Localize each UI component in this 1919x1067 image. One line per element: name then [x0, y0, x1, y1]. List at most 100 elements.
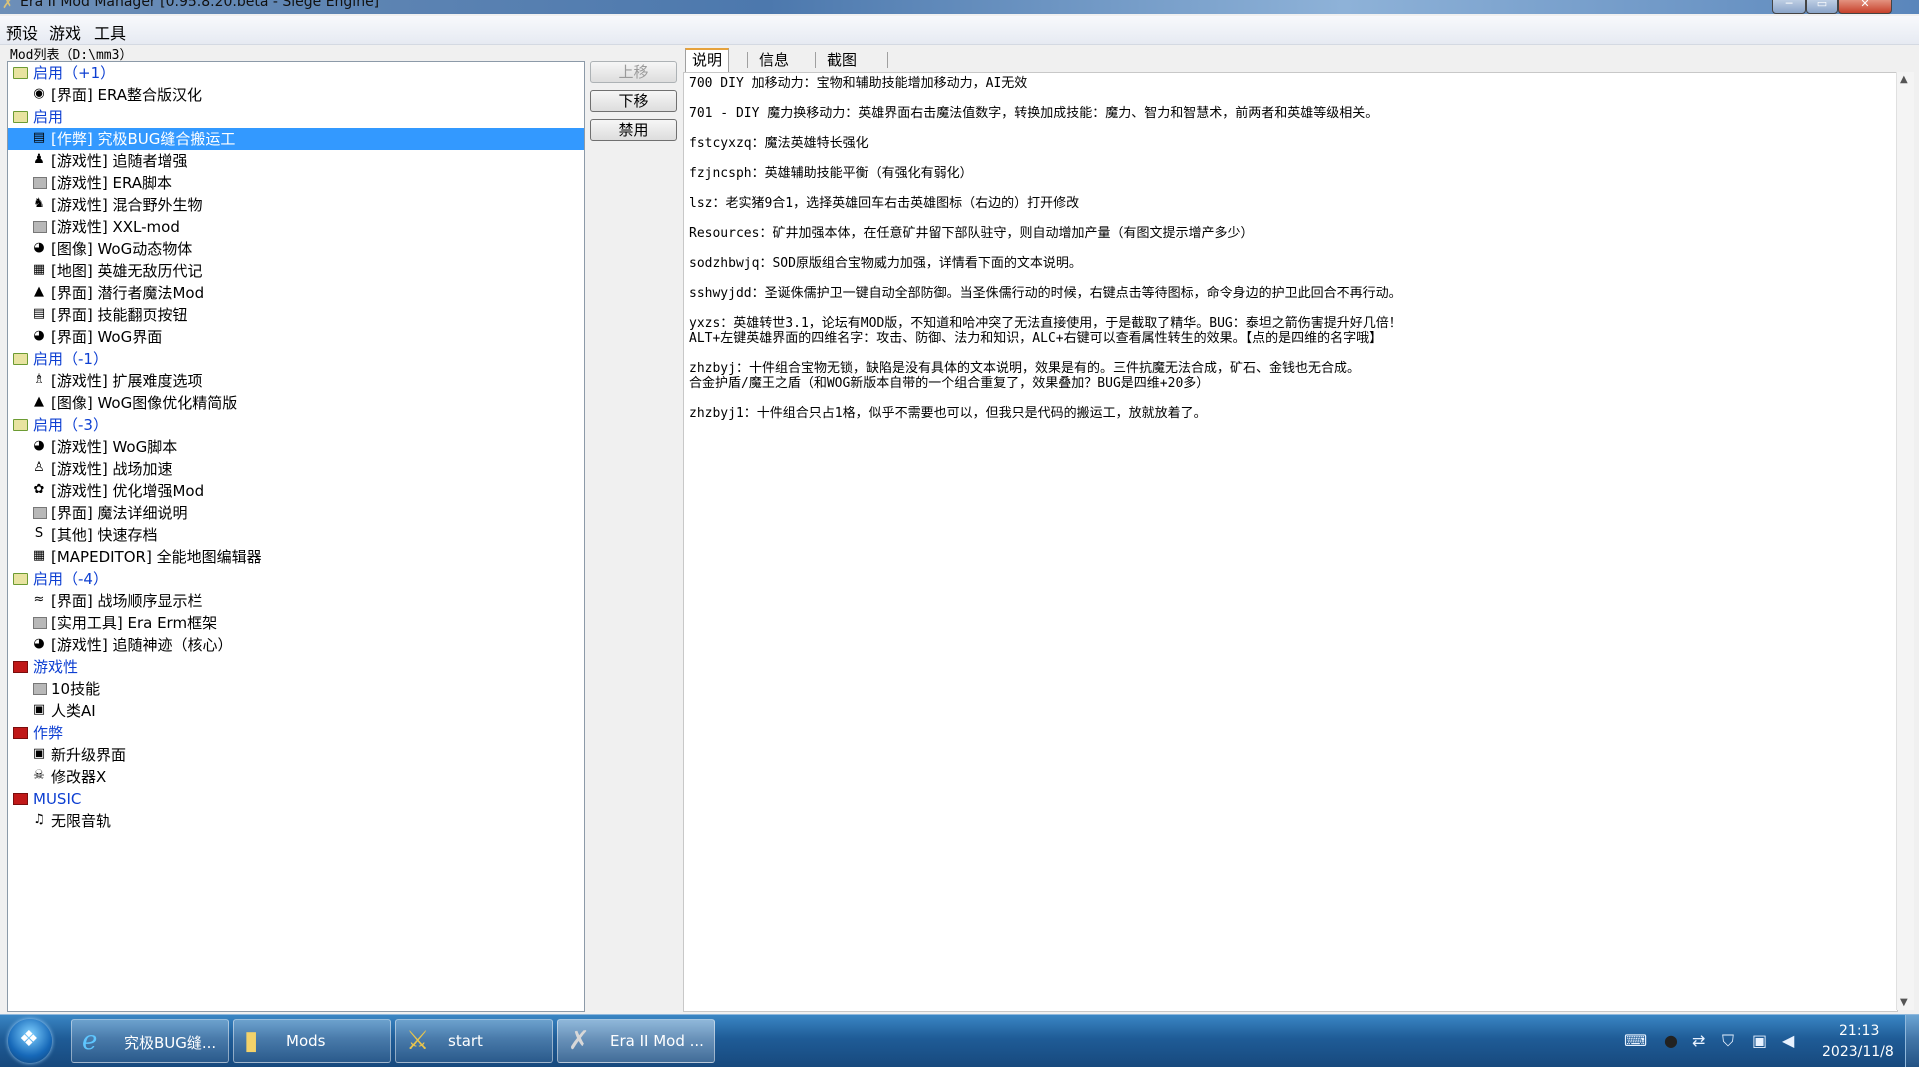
taskbar-item-start[interactable]: ⚔ start — [395, 1019, 553, 1063]
mod-label: 启用（-1） — [33, 350, 108, 368]
network-icon[interactable]: ▣ — [1752, 1031, 1767, 1050]
mod-item[interactable]: 10技能 — [8, 678, 584, 700]
menu-game[interactable]: 游戏 — [49, 20, 81, 44]
mod-label: [界面] 潜行者魔法Mod — [51, 284, 205, 302]
scroll-up-arrow-icon[interactable]: ▲ — [1900, 74, 1908, 85]
mod-item[interactable]: ▣ 人类AI — [8, 700, 584, 722]
move-up-button[interactable]: 上移 — [590, 61, 677, 83]
mod-item[interactable]: ▤ [作弊] 究极BUG缝合搬运工 — [8, 128, 584, 150]
mod-group[interactable]: 启用（-3） — [8, 414, 584, 436]
mod-item[interactable]: ✿ [游戏性] 优化增强Mod — [8, 480, 584, 502]
maximize-button[interactable]: ▭ — [1806, 0, 1838, 14]
mod-item[interactable]: ◕ [图像] WoG动态物体 — [8, 238, 584, 260]
mod-label: [游戏性] ERA脚本 — [51, 174, 173, 192]
mod-item[interactable]: ▲ [图像] WoG图像优化精简版 — [8, 392, 584, 414]
mod-label: 游戏性 — [33, 658, 79, 676]
mod-item[interactable]: ≈ [界面] 战场顺序显示栏 — [8, 590, 584, 612]
taskbar-item-mods[interactable]: ▮ Mods — [233, 1019, 391, 1063]
hat-icon: ▲ — [34, 284, 44, 299]
menu-presets[interactable]: 预设 — [6, 20, 38, 44]
mod-item[interactable]: [界面] 魔法详细说明 — [8, 502, 584, 524]
description-line: lsz：老实猪9合1，选择英雄回车右击英雄图标（右边的）打开修改 — [689, 196, 1080, 211]
window-title: Era II Mod Manager [0.95.8.20.beta - Sie… — [20, 0, 380, 10]
move-down-button[interactable]: 下移 — [590, 90, 677, 112]
tab-description[interactable]: 说明 — [685, 48, 730, 72]
tab-screenshots[interactable]: 截图 — [821, 50, 864, 70]
description-line: 合金护盾/魔王之盾（和WOG新版本自带的一个组合重复了，效果叠加？BUG是四维+… — [689, 376, 1210, 391]
description-panel[interactable]: 700 DIY 加移动力：宝物和辅助技能增加移动力，AI无效 701 - DIY… — [683, 72, 1898, 1012]
menu-bar: 预设 游戏 工具 — [0, 16, 1919, 45]
volume-icon[interactable]: ◀ — [1782, 1031, 1794, 1050]
mod-label: [游戏性] 追随神迹（核心） — [51, 636, 233, 654]
folder-red-icon — [13, 727, 28, 739]
mod-group[interactable]: MUSIC — [8, 788, 584, 810]
mod-item[interactable]: S [其他] 快速存档 — [8, 524, 584, 546]
keyboard-icon[interactable]: ⌨ — [1624, 1031, 1647, 1050]
mod-item[interactable]: ◕ [界面] WoG界面 — [8, 326, 584, 348]
tab-separator — [815, 52, 816, 68]
mod-item[interactable]: ◕ [游戏性] 追随神迹（核心） — [8, 634, 584, 656]
taskbar-item-browser[interactable]: e 究极BUG缝... — [71, 1019, 229, 1063]
mod-item[interactable]: ▤ [界面] 技能翻页按钮 — [8, 304, 584, 326]
default-mod-icon — [33, 221, 47, 233]
mod-group[interactable]: 作弊 — [8, 722, 584, 744]
mod-item[interactable]: ◉ [界面] ERA整合版汉化 — [8, 84, 584, 106]
music-icon: ♫ — [33, 812, 45, 827]
skull-icon: ☠ — [33, 768, 45, 783]
taskbar-item-mod-manager[interactable]: ✗ Era II Mod ... — [557, 1019, 715, 1063]
mod-item[interactable]: [实用工具] Era Erm框架 — [8, 612, 584, 634]
sword-icon: ⚔ — [406, 1026, 430, 1056]
mod-label: 无限音轨 — [51, 812, 112, 830]
map-editor-icon: ▦ — [32, 548, 46, 563]
start-button[interactable]: ❖ — [8, 1019, 52, 1063]
mod-label: [界面] ERA整合版汉化 — [51, 86, 203, 104]
mod-group[interactable]: 启用（+1） — [8, 62, 584, 84]
mod-item[interactable]: ◕ [游戏性] WoG脚本 — [8, 436, 584, 458]
mod-item[interactable]: [游戏性] ERA脚本 — [8, 172, 584, 194]
map-icon: ▦ — [32, 262, 46, 277]
mod-item[interactable]: ▦ [地图] 英雄无敌历代记 — [8, 260, 584, 282]
menu-tools[interactable]: 工具 — [94, 20, 126, 44]
mod-label: [界面] 战场顺序显示栏 — [51, 592, 203, 610]
description-line: sshwyjdd：圣诞侏儒护卫一键自动全部防御。当圣侏儒行动的时候，右键点击等待… — [689, 286, 1402, 301]
mod-item[interactable]: ♟ [游戏性] 追随者增强 — [8, 150, 584, 172]
mod-list-tree[interactable]: 启用（+1） ◉ [界面] ERA整合版汉化 启用 ▤ [作弊] 究极BUG缝合搬运工 ♟ [… — [7, 61, 585, 1012]
mod-item[interactable]: ▦ [MAPEDITOR] 全能地图编辑器 — [8, 546, 584, 568]
mod-item[interactable]: ♗ [游戏性] 扩展难度选项 — [8, 370, 584, 392]
qq-penguin-icon[interactable]: ● — [1664, 1031, 1678, 1050]
mod-item[interactable]: ♙ [游戏性] 战场加速 — [8, 458, 584, 480]
clock-time[interactable]: 21:13 — [1839, 1023, 1879, 1039]
scroll-down-arrow-icon[interactable]: ▼ — [1900, 997, 1908, 1008]
mod-label: [实用工具] Era Erm框架 — [51, 614, 218, 632]
mod-group[interactable]: 游戏性 — [8, 656, 584, 678]
mod-item[interactable]: ☠ 修改器X — [8, 766, 584, 788]
mod-group[interactable]: 启用（-4） — [8, 568, 584, 590]
mod-label: [游戏性] 追随者增强 — [51, 152, 188, 170]
mod-label: 人类AI — [51, 702, 96, 720]
mod-item[interactable]: ♞ [游戏性] 混合野外生物 — [8, 194, 584, 216]
mod-item[interactable]: [游戏性] XXL-mod — [8, 216, 584, 238]
description-line: ALT+左键英雄界面的四维名字：攻击、防御、法力和知识，ALC+右键可以查看属性… — [689, 331, 1383, 346]
mod-label: [界面] 技能翻页按钮 — [51, 306, 188, 324]
mod-item[interactable]: ▣ 新升级界面 — [8, 744, 584, 766]
close-button[interactable]: ✕ — [1838, 0, 1892, 14]
book-icon: ▤ — [32, 130, 46, 145]
folder-green-icon — [13, 67, 28, 79]
shield-icon[interactable]: ⛉ — [1722, 1031, 1734, 1051]
show-desktop-button[interactable] — [1905, 1015, 1919, 1067]
tab-info[interactable]: 信息 — [753, 50, 796, 70]
mod-item[interactable]: ▲ [界面] 潜行者魔法Mod — [8, 282, 584, 304]
default-mod-icon — [33, 177, 47, 189]
mod-label: [游戏性] XXL-mod — [51, 218, 180, 236]
clock-date[interactable]: 2023/11/8 — [1822, 1044, 1894, 1060]
taskbar-item-label: Era II Mod ... — [610, 1032, 704, 1050]
description-scrollbar[interactable]: ▲ ▼ — [1896, 72, 1914, 1010]
mod-item[interactable]: ♫ 无限音轨 — [8, 810, 584, 832]
description-line: zhzbyj1：十件组合只占1格，似乎不需要也可以，但我只是代码的搬运工，放就放… — [689, 406, 1207, 421]
minimize-button[interactable]: ─ — [1772, 0, 1806, 14]
folder-red-icon — [13, 661, 28, 673]
mod-group[interactable]: 启用（-1） — [8, 348, 584, 370]
network-arrow-icon[interactable]: ⇄ — [1692, 1031, 1705, 1050]
disable-button[interactable]: 禁用 — [590, 119, 677, 141]
mod-group[interactable]: 启用 — [8, 106, 584, 128]
